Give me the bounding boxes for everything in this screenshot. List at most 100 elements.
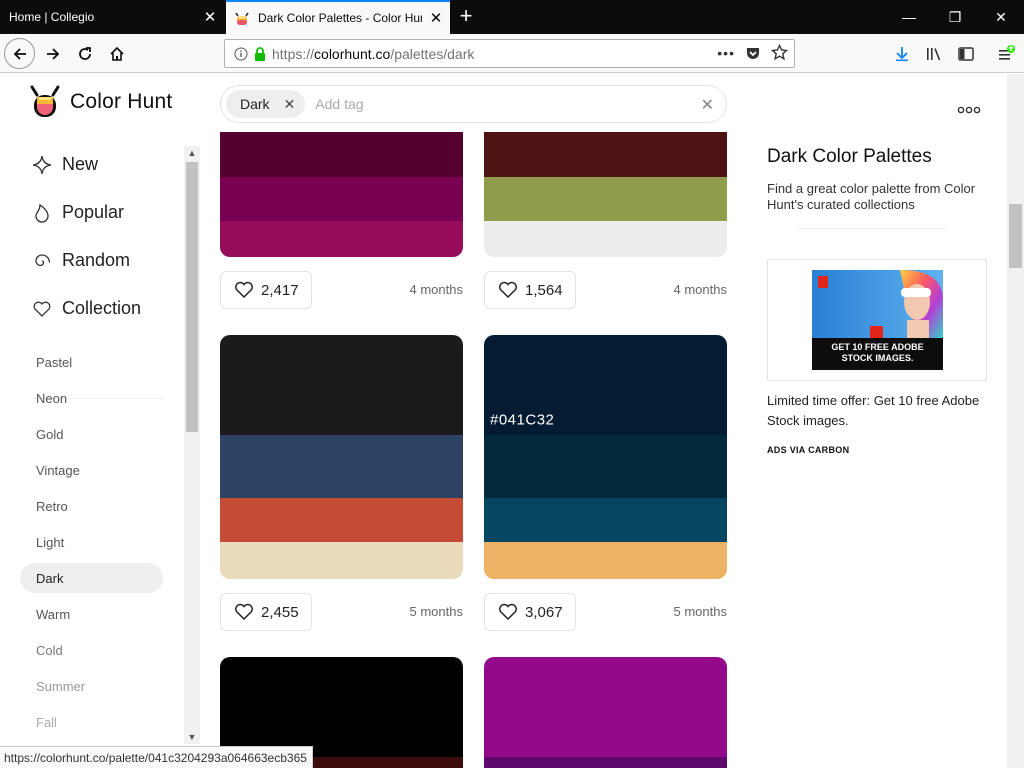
aside-divider	[797, 228, 947, 229]
palette-swatch[interactable]: #041C32	[484, 335, 727, 435]
close-tab-icon[interactable]: ✕	[422, 9, 450, 27]
lock-icon	[254, 46, 266, 61]
ad-image-text: GET 10 FREE ADOBE STOCK IMAGES.	[831, 342, 924, 363]
site-logo[interactable]: Color Hunt	[28, 85, 172, 119]
url-prefix: https://	[272, 45, 315, 62]
ad-text[interactable]: Limited time offer: Get 10 free Adobe St…	[767, 391, 989, 431]
sidebar-tag-light[interactable]: Light	[20, 527, 163, 557]
page-scrollbar-thumb[interactable]	[1009, 204, 1022, 268]
palette-swatch[interactable]	[220, 177, 463, 221]
ad-image[interactable]: GET 10 FREE ADOBE STOCK IMAGES.	[812, 270, 943, 370]
page-actions-icon[interactable]: •••	[717, 45, 735, 61]
reload-button[interactable]	[70, 39, 100, 69]
palette-swatch[interactable]	[484, 132, 727, 177]
pocket-icon[interactable]	[745, 45, 761, 61]
sidebar-item-popular[interactable]: Popular	[32, 202, 124, 223]
palette-swatch[interactable]	[220, 498, 463, 542]
tab-dark-color-palettes[interactable]: Dark Color Palettes - Color Hunt ✕	[226, 0, 450, 34]
palette-swatch[interactable]	[220, 542, 463, 579]
palette-swatches[interactable]	[484, 132, 727, 257]
palette-meta: 1,564 4 months	[484, 271, 727, 309]
tag-chip-dark[interactable]: Dark ✕	[226, 90, 306, 118]
tag-chip-label: Dark	[240, 96, 270, 112]
menu-button[interactable]	[991, 39, 1021, 69]
minimize-icon[interactable]: —	[886, 0, 932, 34]
home-button[interactable]	[102, 39, 132, 69]
more-dots-icon[interactable]	[957, 94, 981, 120]
tag-label: Neon	[36, 390, 68, 406]
sparkle-icon	[32, 155, 52, 175]
page-scrollbar[interactable]	[1007, 74, 1024, 768]
palette-swatch[interactable]	[484, 177, 727, 221]
palette-swatches[interactable]	[220, 132, 463, 257]
tag-search[interactable]: Dark ✕ ✕	[220, 85, 727, 123]
new-tab-icon[interactable]: +	[452, 0, 480, 34]
palette-swatches[interactable]	[220, 335, 463, 579]
heart-icon	[498, 603, 518, 621]
window-close-icon[interactable]: ✕	[978, 0, 1024, 34]
tag-label: Light	[36, 534, 65, 550]
restore-icon[interactable]: ❐	[932, 0, 978, 34]
palette-swatch[interactable]	[484, 542, 727, 579]
palette-meta: 3,067 5 months	[484, 593, 727, 631]
library-button[interactable]	[919, 39, 949, 69]
like-button[interactable]: 2,455	[220, 593, 312, 631]
palette-age: 4 months	[409, 282, 463, 297]
remove-tag-icon[interactable]: ✕	[284, 96, 296, 113]
palette-swatches[interactable]: #041C32	[484, 335, 727, 579]
back-button[interactable]	[4, 38, 35, 69]
sidebar-item-new[interactable]: New	[32, 154, 98, 175]
sidebar-tag-vintage[interactable]: Vintage	[20, 455, 163, 485]
downloads-button[interactable]	[887, 39, 917, 69]
palette-swatch[interactable]	[220, 657, 463, 757]
sidebar-tag-cold[interactable]: Cold	[20, 635, 163, 665]
scroll-down-icon[interactable]: ▼	[184, 730, 200, 744]
forward-button[interactable]	[38, 39, 68, 69]
palette-swatches[interactable]	[484, 657, 727, 768]
ads-via-carbon-link[interactable]: ADS VIA CARBON	[767, 445, 989, 455]
add-tag-input[interactable]	[315, 96, 676, 112]
palette-swatch[interactable]	[220, 132, 463, 177]
palette-age: 5 months	[409, 604, 463, 619]
sidebar-tag-summer[interactable]: Summer	[20, 671, 163, 701]
like-button[interactable]: 1,564	[484, 271, 576, 309]
library-icon	[926, 48, 940, 61]
sidebar-toggle-button[interactable]	[951, 39, 981, 69]
info-icon[interactable]	[234, 47, 248, 61]
sidebar-tag-neon[interactable]: Neon	[20, 383, 163, 413]
color-hex-label[interactable]: #041C32	[490, 412, 554, 429]
carbon-ad[interactable]: GET 10 FREE ADOBE STOCK IMAGES.	[767, 259, 987, 381]
palette-swatch[interactable]	[220, 435, 463, 498]
bookmark-star-icon[interactable]	[771, 44, 788, 61]
sidebar-tag-pastel[interactable]: Pastel	[20, 347, 163, 377]
url-bar[interactable]: https://colorhunt.co/palettes/dark •••	[224, 39, 795, 68]
sidebar-item-collection[interactable]: Collection	[32, 298, 141, 319]
like-count: 1,564	[525, 281, 563, 299]
sidebar-scrollbar[interactable]: ▲ ▼	[184, 146, 200, 744]
palette-swatch[interactable]	[220, 335, 463, 435]
tag-label: Gold	[36, 426, 64, 442]
sidebar-tag-fall[interactable]: Fall	[20, 707, 163, 737]
sidebar-tag-gold[interactable]: Gold	[20, 419, 163, 449]
sidebar-scrollbar-thumb[interactable]	[186, 162, 198, 432]
clear-search-icon[interactable]: ✕	[701, 95, 714, 115]
palette-swatch[interactable]	[484, 498, 727, 542]
scroll-up-icon[interactable]: ▲	[184, 146, 200, 160]
sidebar-item-random[interactable]: Random	[32, 250, 130, 271]
tab-home-collegio[interactable]: Home | Collegio ✕	[0, 0, 224, 34]
palette-swatch[interactable]	[484, 657, 727, 757]
sidebar-tag-retro[interactable]: Retro	[20, 491, 163, 521]
palette-swatch[interactable]	[484, 221, 727, 257]
sidebar-tag-dark[interactable]: Dark	[20, 563, 163, 593]
sidebar-tag-warm[interactable]: Warm	[20, 599, 163, 629]
palette-swatch[interactable]	[484, 435, 727, 498]
palette-swatch[interactable]	[220, 221, 463, 257]
like-count: 2,417	[261, 281, 299, 299]
like-button[interactable]: 3,067	[484, 593, 576, 631]
like-button[interactable]: 2,417	[220, 271, 312, 309]
page-description: Find a great color palette from Color Hu…	[767, 181, 976, 212]
close-tab-icon[interactable]: ✕	[196, 8, 224, 26]
palette-swatch[interactable]	[484, 757, 727, 768]
heart-icon	[32, 299, 52, 319]
url-text: https://colorhunt.co/palettes/dark	[272, 46, 474, 62]
